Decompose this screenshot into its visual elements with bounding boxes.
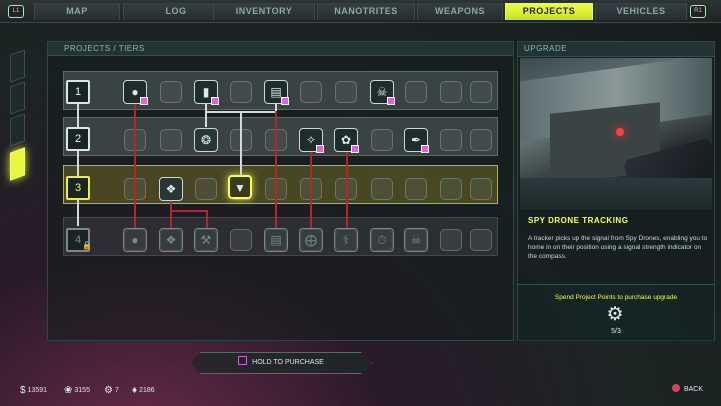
square-button-icon [238,356,248,365]
link-line [170,210,206,212]
back-label: BACK [683,386,703,393]
upgrade-preview-image [520,58,712,210]
dollars-value: 13591 [27,387,48,394]
empty-slot [230,81,252,103]
tab-vehicles[interactable]: VEHICLES [595,3,687,20]
tab-map[interactable]: MAP [34,3,120,20]
tier-3-badge[interactable]: 3 [66,176,90,200]
ark-value: 2186 [139,387,155,394]
resource-feltrite: ❀ 3155 [64,385,90,396]
upgrade-description: A tracker picks up the signal from Spy D… [528,235,708,260]
link-line [346,148,348,229]
side-tab-1[interactable] [10,49,25,83]
empty-slot [371,178,393,200]
tab-projects[interactable]: PROJECTS [505,3,593,20]
empty-slot [440,229,462,251]
locked-crate-icon[interactable]: ▤ [264,228,288,252]
tab-inventory[interactable]: INVENTORY [213,3,315,20]
resource-dollars: $13591 [20,385,47,396]
upgrade-title: SPY DRONE TRACKING [528,216,629,225]
locked-bottle-icon[interactable]: ⚕ [334,228,358,252]
locked-wrench-icon[interactable]: ⚒ [194,228,218,252]
empty-slot [470,229,492,251]
empty-slot [440,129,462,151]
overdrive-upgrade-icon[interactable]: ✧ [299,128,324,153]
upgrade-panel-header: UPGRADE [518,42,714,57]
spy-drone-tracking-icon[interactable]: ▼ [228,175,252,199]
burst-upgrade-icon[interactable]: ✿ [334,128,359,153]
top-tab-bar: L1 MAP LOG INVENTORY NANOTRITES WEAPONS … [0,0,721,23]
ark-icon: ♦ [132,385,138,396]
link-line [310,148,312,229]
empty-slot [470,178,492,200]
feather-upgrade-icon[interactable]: ✒ [404,128,429,153]
empty-slot [195,178,217,200]
tier-1-badge[interactable]: 1 [66,80,90,104]
circle-button-icon [671,384,680,392]
tab-weapons[interactable]: WEAPONS [417,3,503,20]
empty-slot [335,81,357,103]
spend-instruction: Spend Project Points to purchase upgrade [554,294,678,301]
locked-grenade-icon[interactable]: ● [123,228,147,252]
feltrite-value: 3155 [74,387,90,394]
drone-scan-upgrade-icon[interactable]: ❂ [194,128,218,152]
hold-to-purchase-label: HOLD TO PURCHASE [252,359,324,366]
empty-slot [470,129,492,151]
drone-grid-upgrade-icon[interactable]: ❖ [159,177,183,201]
tree-line [205,101,207,127]
locked-drone-icon[interactable]: ❖ [159,228,183,252]
project-points-icon: ⚙ [104,385,113,396]
tree-line [205,111,275,113]
locked-target-icon[interactable]: ⨁ [299,228,323,252]
empty-slot [371,129,393,151]
empty-slot [405,178,427,200]
battery-upgrade-icon[interactable]: ▮ [194,80,219,105]
link-line [170,200,172,229]
grenade-upgrade-icon[interactable]: ● [123,80,148,105]
tier-connector [77,100,79,226]
locked-stopwatch-icon[interactable]: ⏱ [370,228,394,252]
empty-slot [440,81,462,103]
empty-slot [230,229,252,251]
skull-map-upgrade-icon[interactable]: ☠ [370,80,395,105]
project-points-value: 7 [114,387,119,394]
dollar-icon: $ [20,385,26,396]
projects-panel-title: PROJECTS / TIERS [48,42,513,56]
empty-slot [160,129,182,151]
project-points-gear-icon: ⚙ [606,304,624,325]
locked-skull-icon[interactable]: ☠ [404,228,428,252]
link-line [134,101,136,229]
l1-shoulder-icon[interactable]: L1 [8,5,24,18]
feltrite-icon: ❀ [64,385,73,396]
ammo-crate-upgrade-icon[interactable]: ▤ [264,80,289,105]
r1-shoulder-icon[interactable]: R1 [690,5,706,18]
empty-slot [160,81,182,103]
resource-project-points: ⚙ 7 [104,385,119,396]
side-tab-2[interactable] [10,81,25,115]
purchase-box: Spend Project Points to purchase upgrade… [518,284,714,341]
back-button[interactable]: BACK [671,384,703,393]
tab-nanotrites[interactable]: NANOTRITES [317,3,415,20]
hold-to-purchase-button[interactable]: HOLD TO PURCHASE [190,352,372,374]
link-line [275,101,277,229]
link-line [206,210,208,229]
empty-slot [405,81,427,103]
upgrade-cost: 5/3 [611,328,621,335]
empty-slot [300,81,322,103]
lock-icon: 🔒 [82,241,92,250]
side-tab-4[interactable] [10,147,25,181]
tier-2-badge[interactable]: 2 [66,127,90,151]
tree-line [240,111,242,175]
upgrade-panel: UPGRADE SPY DRONE TRACKING A tracker pic… [517,41,715,341]
side-tab-3[interactable] [10,113,25,147]
resource-ark: ♦ 2186 [132,385,155,396]
empty-slot [470,81,492,103]
empty-slot [440,178,462,200]
